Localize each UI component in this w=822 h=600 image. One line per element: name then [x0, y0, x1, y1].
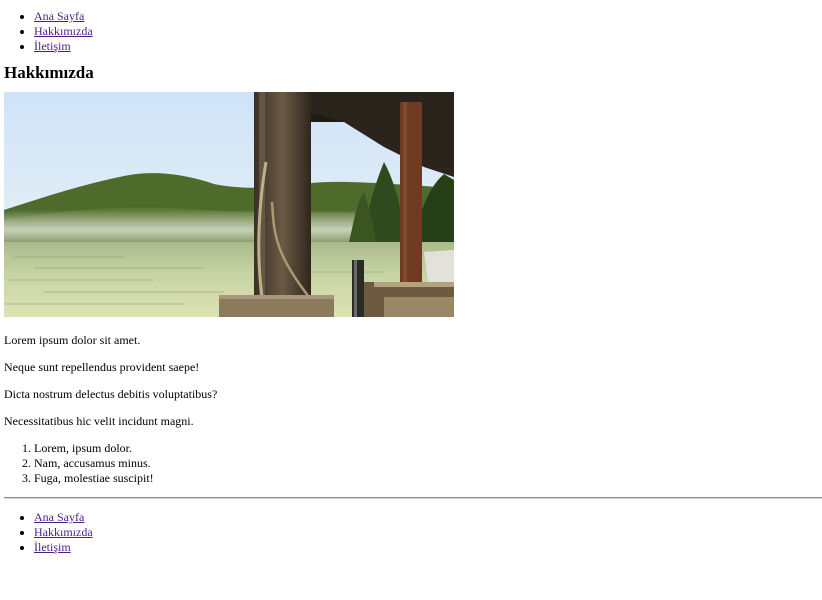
hero-image — [4, 92, 454, 317]
footer-link-about[interactable]: Hakkımızda — [34, 525, 93, 539]
page-content: Ana Sayfa Hakkımızda İletişim Hakkımızda — [0, 9, 822, 555]
footer-nav: Ana Sayfa Hakkımızda İletişim — [4, 510, 818, 555]
nav-item: Ana Sayfa — [34, 510, 818, 525]
nav-link-contact[interactable]: İletişim — [34, 39, 71, 53]
paragraph: Neque sunt repellendus provident saepe! — [4, 360, 200, 374]
footer-divider — [4, 497, 822, 499]
footer-link-home[interactable]: Ana Sayfa — [34, 510, 84, 524]
nav-item: Hakkımızda — [34, 24, 818, 39]
nav-item: Ana Sayfa — [34, 9, 818, 24]
top-nav: Ana Sayfa Hakkımızda İletişim — [4, 9, 818, 54]
ordered-list: Lorem, ipsum dolor. Nam, accusamus minus… — [4, 441, 818, 486]
paragraph: Necessitatibus hic velit incidunt magni. — [4, 414, 194, 428]
page-title: Hakkımızda — [4, 63, 94, 82]
footer-link-contact[interactable]: İletişim — [34, 540, 71, 554]
paragraph: Dicta nostrum delectus debitis voluptati… — [4, 387, 218, 401]
list-item: Lorem, ipsum dolor. — [34, 441, 818, 456]
nav-item: Hakkımızda — [34, 525, 818, 540]
nav-link-home[interactable]: Ana Sayfa — [34, 9, 84, 23]
nav-link-about[interactable]: Hakkımızda — [34, 24, 93, 38]
nav-item: İletişim — [34, 540, 818, 555]
nav-item: İletişim — [34, 39, 818, 54]
paragraph: Lorem ipsum dolor sit amet. — [4, 333, 141, 347]
list-item: Nam, accusamus minus. — [34, 456, 818, 471]
paragraph-group: Lorem ipsum dolor sit amet. Neque sunt r… — [4, 333, 818, 441]
list-item: Fuga, molestiae suscipit! — [34, 471, 818, 486]
